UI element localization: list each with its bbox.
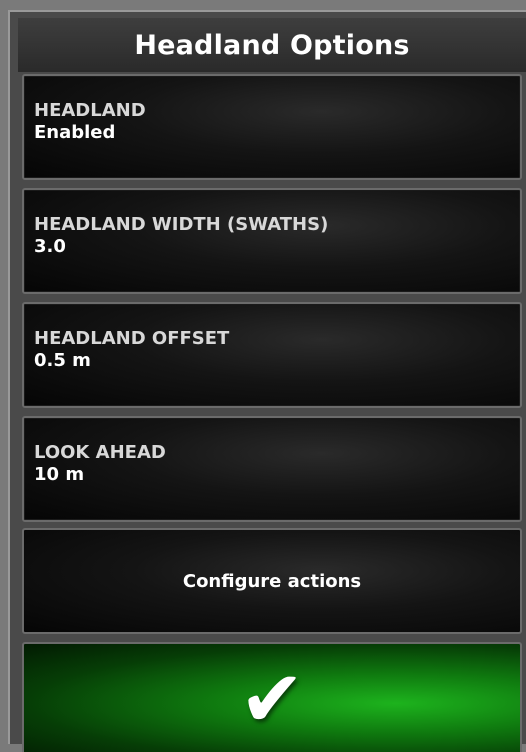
checkmark-icon: ✔ [239, 655, 305, 745]
option-value: Enabled [34, 122, 116, 143]
headland-options-panel: Headland Options HEADLAND Enabled HEADLA… [8, 10, 526, 752]
headland-width-option[interactable]: HEADLAND WIDTH (SWATHS) 3.0 [22, 188, 522, 294]
option-label: LOOK AHEAD [34, 442, 166, 463]
option-value: 0.5 m [34, 350, 91, 371]
option-value: 10 m [34, 464, 85, 485]
look-ahead-option[interactable]: LOOK AHEAD 10 m [22, 416, 522, 522]
option-label: HEADLAND [34, 100, 146, 121]
configure-actions-label: Configure actions [182, 570, 362, 592]
confirm-button[interactable]: ✔ [22, 642, 522, 752]
configure-actions-button[interactable]: Configure actions [22, 528, 522, 634]
option-label: HEADLAND WIDTH (SWATHS) [34, 214, 329, 235]
headland-offset-option[interactable]: HEADLAND OFFSET 0.5 m [22, 302, 522, 408]
option-label: HEADLAND OFFSET [34, 328, 230, 349]
panel-title: Headland Options [18, 18, 526, 72]
headland-option[interactable]: HEADLAND Enabled [22, 74, 522, 180]
option-value: 3.0 [34, 236, 66, 257]
